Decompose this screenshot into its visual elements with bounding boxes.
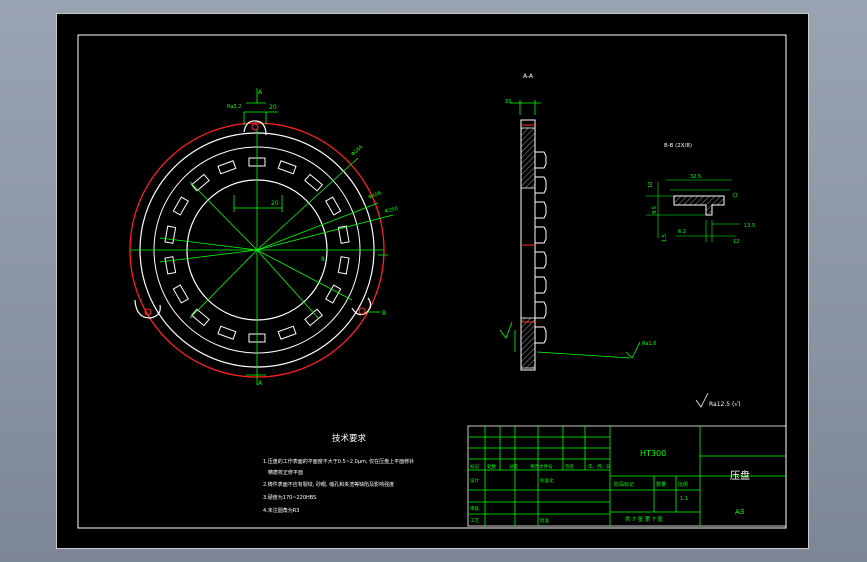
process-label: 工艺: [470, 518, 479, 524]
ra-front: Ra3.2: [227, 104, 241, 110]
section-b-title: B-B (2X/8): [664, 143, 692, 149]
section-b-view: [646, 179, 740, 242]
scale-label: 比例: [678, 481, 688, 488]
section-a-view: [499, 100, 641, 371]
dim-8: 8: [321, 256, 325, 263]
dim-15-side: 15: [505, 99, 511, 105]
col-zone: 分区: [509, 463, 518, 470]
dim-32-5: 32.5: [690, 174, 701, 180]
slot: [164, 225, 177, 244]
standard-label: 标准化: [540, 477, 554, 484]
slot: [277, 325, 297, 340]
ra-section: Ra1.6: [642, 341, 656, 347]
dim-13-5: 13.5: [744, 223, 755, 229]
cad-drawing: A 20 20 Φ166 Φ456 Φ250 8 A B Ra3.2 A-A 1…: [77, 34, 787, 529]
ra-general: Ra12.5 (√): [709, 401, 741, 408]
dim-phi-a: Φ166: [350, 144, 364, 157]
tech-title: 技术要求: [332, 433, 367, 444]
section-tooth: [535, 176, 547, 194]
section-marker-b: B: [382, 310, 386, 317]
slot: [190, 308, 210, 327]
slot: [164, 256, 177, 275]
section-tooth: [535, 201, 547, 219]
tech-line-2: 2.铸件表面不应有裂纹, 砂眼, 缩孔和夹渣等缺陷及影响强度: [263, 481, 394, 488]
scale-value: 1:1: [680, 496, 688, 502]
sheet-count: 共 7 张 第 7 张: [625, 515, 663, 523]
slot: [172, 196, 189, 216]
qty-label: 数量: [656, 481, 666, 488]
section-tooth: [535, 226, 547, 244]
part-name: 压盘: [730, 469, 750, 482]
section-tooth: [535, 151, 547, 169]
designer-label: 设计: [470, 477, 479, 484]
slot: [277, 160, 297, 175]
col-date: 年、月、日: [588, 463, 611, 470]
slot: [304, 308, 324, 327]
dim-12: 12: [733, 239, 739, 245]
section-tooth: [535, 301, 547, 319]
col-count: 处数: [487, 463, 496, 470]
tech-line-3: 3.硬度为170~220HBS: [263, 494, 316, 501]
dim-6-2: 6.2: [678, 229, 686, 235]
dim-9-5: 9.5: [652, 206, 658, 214]
dim-10: 10: [648, 182, 654, 188]
slot: [217, 325, 237, 340]
tech-line-4: 4.未注圆角为R3: [263, 507, 299, 514]
drawing-number: A3: [735, 508, 744, 516]
dim-phi-c: Φ250: [384, 206, 399, 215]
section-tooth: [535, 326, 547, 344]
review-label: 审核: [470, 505, 479, 512]
slot: [172, 284, 189, 304]
slot: [217, 160, 237, 175]
col-mark: 标记: [470, 463, 479, 470]
stage-label: 阶段标记: [614, 481, 634, 488]
approve-label: 批准: [540, 517, 549, 524]
drawing-border: [77, 34, 787, 529]
section-a-title: A-A: [523, 73, 534, 80]
dim-20-top: 20: [269, 104, 277, 111]
slot: [325, 196, 342, 216]
section-marker-a-top: A: [258, 89, 263, 96]
tech-line-1b: 精磨校正修平面: [268, 469, 303, 476]
col-doc: 更改文件号: [530, 463, 553, 470]
section-tooth: [535, 276, 547, 294]
col-sign: 签名: [565, 463, 574, 470]
section-marker-a-bottom: A: [258, 380, 263, 387]
tech-line-1: 1.压盘的工作表面的平面度不大于0.5~2.0μm, 仅在压盘上平面修补: [263, 458, 414, 465]
slot: [304, 173, 324, 192]
slot: [337, 256, 350, 275]
dim-1-5: 1.5: [662, 234, 668, 242]
dim-20-inner: 20: [271, 200, 279, 207]
slot: [190, 173, 210, 192]
section-tooth: [535, 251, 547, 269]
material-text: HT300: [640, 449, 666, 458]
front-view: [129, 88, 394, 385]
